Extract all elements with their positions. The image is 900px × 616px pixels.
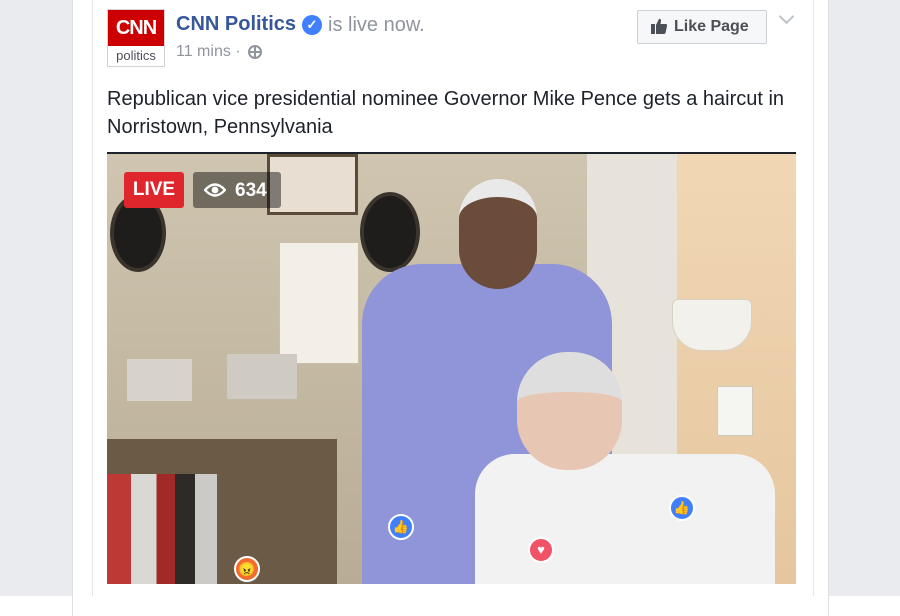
globe-icon: [248, 45, 262, 59]
live-video[interactable]: LIVE 634 👍 ♥ 👍 😠: [107, 152, 796, 584]
video-scene-cape: [475, 454, 775, 584]
page-name-link[interactable]: CNN Politics: [176, 13, 296, 36]
video-scene-barber-head: [459, 179, 537, 289]
like-reaction-icon: 👍: [388, 514, 414, 540]
like-page-button[interactable]: Like Page: [637, 10, 767, 44]
card-divider: [92, 0, 93, 596]
like-page-label: Like Page: [674, 18, 749, 35]
eye-icon: [204, 183, 226, 197]
right-gutter: [829, 0, 900, 596]
meta-separator: ·: [235, 43, 241, 60]
live-status-text: is live now.: [328, 14, 425, 36]
cnn-logo-text: CNN: [108, 10, 164, 46]
page-avatar[interactable]: CNN politics: [107, 9, 165, 67]
thumbs-up-icon: [651, 18, 668, 34]
live-badge: LIVE: [124, 172, 184, 208]
video-scene-calendar: [279, 242, 359, 364]
viewer-count: 634: [235, 180, 267, 201]
love-reaction-icon: ♥: [528, 537, 554, 563]
video-scene-client-head: [517, 352, 622, 470]
post-timestamp[interactable]: 11 mins: [176, 43, 231, 60]
video-scene-bottles: [107, 474, 217, 584]
video-scene-tissue-box: [127, 359, 192, 401]
angry-reaction-icon: 😠: [234, 556, 260, 582]
video-scene-mirror: [360, 192, 420, 272]
video-scene-tissue-box: [227, 354, 297, 399]
politics-logo-text: politics: [116, 48, 156, 63]
verified-badge-icon: ✓: [302, 15, 322, 35]
video-scene-bin: [717, 386, 753, 436]
viewer-count-badge: 634: [193, 172, 281, 208]
post-caption: Republican vice presidential nominee Gov…: [107, 88, 785, 138]
post-meta: 11 mins ·: [176, 43, 241, 61]
card-divider: [813, 0, 814, 596]
video-scene-sink: [672, 299, 752, 351]
left-gutter: [0, 0, 72, 596]
like-reaction-icon: 👍: [669, 495, 695, 521]
